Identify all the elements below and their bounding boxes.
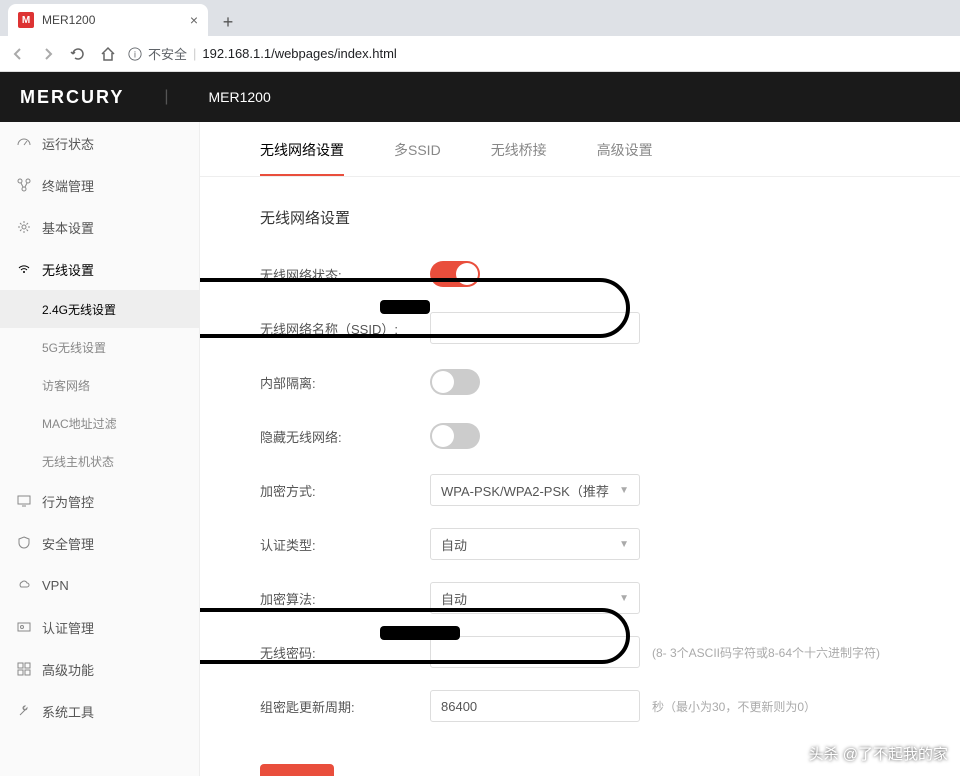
sidebar-item-label: 系统工具: [42, 702, 94, 721]
tab-title: MER1200: [42, 13, 95, 27]
monitor-icon: [16, 493, 32, 509]
ssid-input[interactable]: [430, 312, 640, 344]
grid-icon: [16, 661, 32, 677]
chevron-down-icon: ▼: [619, 485, 629, 496]
cloud-icon: [16, 577, 32, 593]
home-button[interactable]: [98, 44, 118, 64]
app-header: MERCURY | MER1200: [0, 72, 960, 122]
address-bar: i 不安全 | 192.168.1.1/webpages/index.html: [0, 36, 960, 72]
sidebar-sub-5g[interactable]: 5G无线设置: [0, 328, 199, 366]
section-title: 无线网络设置: [200, 177, 960, 238]
model-name: MER1200: [209, 89, 271, 105]
status-toggle[interactable]: [430, 261, 480, 287]
brand-logo: MERCURY: [20, 87, 124, 108]
tab-bridge[interactable]: 无线桥接: [491, 140, 547, 176]
hide-label: 隐藏无线网络:: [260, 427, 430, 446]
browser-tab-bar: M MER1200 × +: [0, 0, 960, 36]
rekey-label: 组密匙更新周期:: [260, 697, 430, 716]
sidebar-item-advanced[interactable]: 高级功能: [0, 648, 199, 690]
security-label: 不安全: [148, 44, 187, 63]
sidebar-sub-mac[interactable]: MAC地址过滤: [0, 404, 199, 442]
url-text: 192.168.1.1/webpages/index.html: [202, 46, 396, 61]
hide-toggle[interactable]: [430, 423, 480, 449]
save-button[interactable]: 保存: [260, 764, 334, 776]
sidebar-item-label: 行为管控: [42, 492, 94, 511]
isolation-label: 内部隔离:: [260, 373, 430, 392]
ssid-label: 无线网络名称（SSID）:: [260, 319, 430, 338]
sidebar-item-auth[interactable]: 认证管理: [0, 606, 199, 648]
sidebar-item-terminals[interactable]: 终端管理: [0, 164, 199, 206]
rekey-input[interactable]: [430, 690, 640, 722]
pwd-hint: (8- 3个ASCII码字符或8-64个十六进制字符): [652, 644, 880, 661]
auth-label: 认证类型:: [260, 535, 430, 554]
shield-icon: [16, 535, 32, 551]
isolation-toggle[interactable]: [430, 369, 480, 395]
new-tab-button[interactable]: +: [214, 8, 242, 36]
back-button[interactable]: [8, 44, 28, 64]
browser-tab[interactable]: M MER1200 ×: [8, 4, 208, 36]
devices-icon: [16, 177, 32, 193]
enc-label: 加密方式:: [260, 481, 430, 500]
content-area: 无线网络设置 多SSID 无线桥接 高级设置 无线网络设置 无线网络状态: 无线…: [200, 122, 960, 776]
pwd-input[interactable]: [430, 636, 640, 668]
chevron-down-icon: ▼: [619, 539, 629, 550]
auth-select[interactable]: 自动 ▼: [430, 528, 640, 560]
sidebar-item-label: 无线设置: [42, 260, 94, 279]
id-icon: [16, 619, 32, 635]
reload-button[interactable]: [68, 44, 88, 64]
sidebar-item-label: 终端管理: [42, 176, 94, 195]
forward-button[interactable]: [38, 44, 58, 64]
wifi-icon: [16, 261, 32, 277]
sidebar-item-behavior[interactable]: 行为管控: [0, 480, 199, 522]
sidebar-sub-24g[interactable]: 2.4G无线设置: [0, 290, 199, 328]
svg-text:i: i: [134, 49, 136, 59]
chevron-down-icon: ▼: [619, 593, 629, 604]
sidebar-item-vpn[interactable]: VPN: [0, 564, 199, 606]
wireless-form: 无线网络状态: 无线网络名称（SSID）: 内部隔离: 隐藏无线网络: 加密方式…: [200, 238, 960, 776]
sidebar-item-basic[interactable]: 基本设置: [0, 206, 199, 248]
algo-label: 加密算法:: [260, 589, 430, 608]
sidebar-item-label: VPN: [42, 578, 69, 593]
sidebar-item-label: 基本设置: [42, 218, 94, 237]
separator: |: [164, 88, 168, 106]
info-icon: i: [128, 47, 142, 61]
watermark: 头杀 @了不起我的家: [809, 743, 948, 764]
url-bar[interactable]: i 不安全 | 192.168.1.1/webpages/index.html: [128, 44, 952, 63]
favicon: M: [18, 12, 34, 28]
sidebar-sub-guest[interactable]: 访客网络: [0, 366, 199, 404]
rekey-hint: 秒（最小为30，不更新则为0）: [652, 698, 816, 715]
tab-advanced[interactable]: 高级设置: [597, 140, 653, 176]
sidebar-item-label: 认证管理: [42, 618, 94, 637]
sidebar-sub-hosts[interactable]: 无线主机状态: [0, 442, 199, 480]
tools-icon: [16, 703, 32, 719]
pwd-label: 无线密码:: [260, 643, 430, 662]
algo-select[interactable]: 自动 ▼: [430, 582, 640, 614]
sidebar-item-system[interactable]: 系统工具: [0, 690, 199, 732]
tab-bar: 无线网络设置 多SSID 无线桥接 高级设置: [200, 122, 960, 177]
status-label: 无线网络状态:: [260, 265, 430, 284]
gear-icon: [16, 219, 32, 235]
tab-multi-ssid[interactable]: 多SSID: [394, 140, 441, 176]
tab-wireless-settings[interactable]: 无线网络设置: [260, 140, 344, 176]
sidebar-item-security[interactable]: 安全管理: [0, 522, 199, 564]
sidebar-item-label: 运行状态: [42, 134, 94, 153]
enc-select[interactable]: WPA-PSK/WPA2-PSK（推荐 ▼: [430, 474, 640, 506]
dashboard-icon: [16, 135, 32, 151]
sidebar-item-label: 安全管理: [42, 534, 94, 553]
sidebar-item-label: 高级功能: [42, 660, 94, 679]
sidebar: 运行状态 终端管理 基本设置 无线设置 2.4G无线设置 5G无线设置 访客网络…: [0, 122, 200, 776]
sidebar-item-status[interactable]: 运行状态: [0, 122, 199, 164]
sidebar-item-wireless[interactable]: 无线设置: [0, 248, 199, 290]
close-tab-icon[interactable]: ×: [190, 12, 198, 28]
